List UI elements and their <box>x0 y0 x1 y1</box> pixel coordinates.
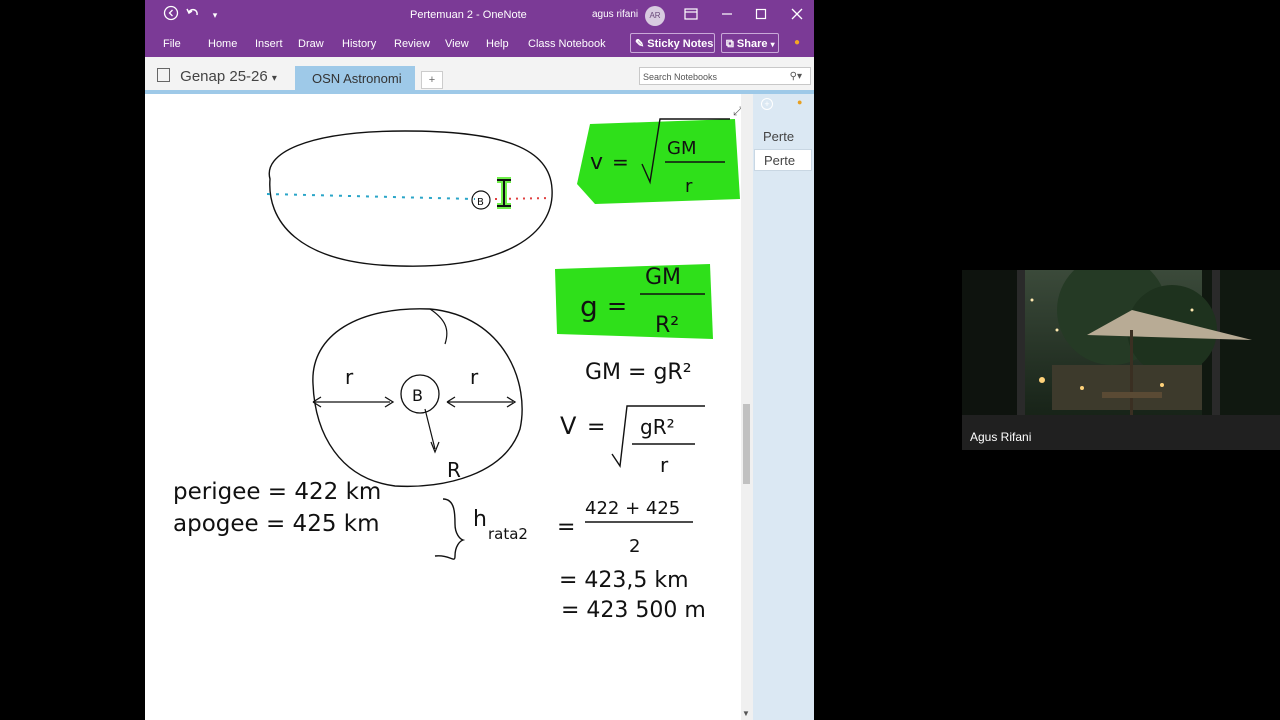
formula-v2-den: r <box>660 453 669 477</box>
h-equals: = <box>557 515 575 540</box>
h-num: 422 + 425 <box>585 498 680 519</box>
h-den: 2 <box>629 536 640 557</box>
quick-access-icon[interactable]: ▾ <box>205 5 225 25</box>
sticky-note-icon: ✎ <box>635 38 645 50</box>
perigee-text: perigee = 422 km <box>173 479 381 505</box>
chevron-down-icon: ▾ <box>770 40 775 49</box>
notebook-icon <box>157 68 170 82</box>
window-title: Pertemuan 2 - OneNote <box>410 9 527 21</box>
ribbon: File Home Insert Draw History Review Vie… <box>145 30 814 57</box>
formula-g-num: GM <box>645 265 681 290</box>
file-menu[interactable]: File <box>163 38 181 50</box>
chevron-down-icon: ▾ <box>271 73 277 84</box>
undo-icon[interactable] <box>183 5 203 25</box>
share-button[interactable]: ⧉ Share ▾ <box>721 33 779 53</box>
radius-arrow-down <box>424 408 440 454</box>
formula-g-equals: = <box>607 292 627 320</box>
brace <box>434 498 466 560</box>
tab-history[interactable]: History <box>342 38 376 50</box>
tab-view[interactable]: View <box>445 38 469 50</box>
garden-photo <box>962 270 1280 450</box>
earth-small-label: B <box>477 197 484 208</box>
scroll-thumb[interactable] <box>743 404 750 484</box>
result-km: = 423,5 km <box>559 568 689 593</box>
tab-class-notebook[interactable]: Class Notebook <box>528 38 606 50</box>
onenote-window: ▾ Pertemuan 2 - OneNote agus rifani AR F… <box>145 0 814 720</box>
h-sub: rata2 <box>488 525 528 543</box>
formula-v2-equals: = <box>587 415 605 440</box>
sticky-notes-button[interactable]: ✎ Sticky Notes <box>630 33 715 53</box>
radius-label-left: r <box>345 365 354 389</box>
radius-label-big: R <box>447 458 461 482</box>
back-icon[interactable] <box>161 5 181 25</box>
lightbulb-icon[interactable]: ● <box>787 33 807 53</box>
formula-v2-lhs: V <box>560 412 577 440</box>
notebook-selector[interactable]: Genap 25-26 ▾ <box>157 68 277 85</box>
formula-v-den: r <box>685 176 693 197</box>
tab-draw[interactable]: Draw <box>298 38 324 50</box>
formula-v-lhs: v <box>590 150 603 175</box>
page-item[interactable]: Perte <box>754 126 812 148</box>
minimize-icon[interactable] <box>717 5 737 25</box>
radius-arrow-right <box>446 396 517 408</box>
scroll-down-icon[interactable]: ▼ <box>742 709 750 718</box>
title-bar: ▾ Pertemuan 2 - OneNote agus rifani AR <box>145 0 814 30</box>
participant-name: Agus Rifani <box>970 430 1032 444</box>
formula-v-equals: = <box>612 150 629 174</box>
tab-insert[interactable]: Insert <box>255 38 283 50</box>
formula-v-num: GM <box>667 138 696 159</box>
close-icon[interactable] <box>787 5 807 25</box>
earth-inner-label: B <box>412 386 423 405</box>
avatar[interactable]: AR <box>645 6 665 26</box>
formula-g-lhs: g <box>580 290 598 323</box>
share-label: Share <box>736 38 768 50</box>
formula-v2-num: gR² <box>640 415 675 439</box>
radius-label-right: r <box>470 365 479 389</box>
add-section-button[interactable]: + <box>421 71 443 89</box>
result-m: = 423 500 m <box>561 598 706 623</box>
video-feed: Agus Rifani <box>962 270 1280 450</box>
fullscreen-icon[interactable] <box>681 5 701 25</box>
share-icon: ⧉ <box>726 38 734 50</box>
page-item-selected[interactable]: Perte <box>754 149 812 171</box>
pages-panel: + ● Perte Perte <box>753 94 814 720</box>
radius-arrow-left <box>312 396 395 408</box>
tab-help[interactable]: Help <box>486 38 509 50</box>
search-input[interactable]: Search Notebooks ⚲▾ <box>639 67 811 85</box>
blue-dotted-line <box>266 193 476 200</box>
search-placeholder: Search Notebooks <box>643 72 718 82</box>
pin-icon[interactable]: ● <box>797 97 802 107</box>
search-icon[interactable]: ⚲▾ <box>790 68 802 86</box>
note-canvas[interactable]: B v = GM r g = GM R² GM = gR² V = gR² r … <box>145 94 753 720</box>
maximize-icon[interactable] <box>751 5 771 25</box>
highlight-g-formula <box>555 264 713 339</box>
tab-home[interactable]: Home <box>208 38 237 50</box>
user-name: agus rifani <box>592 9 639 20</box>
notebook-name: Genap 25-26 <box>180 68 268 85</box>
h-label: h <box>473 507 487 532</box>
text-cursor-icon <box>497 177 511 209</box>
tab-osn-astronomi[interactable]: OSN Astronomi <box>295 66 415 91</box>
apogee-text: apogee = 425 km <box>173 511 380 537</box>
tab-review[interactable]: Review <box>394 38 430 50</box>
vertical-scrollbar[interactable]: ▼ <box>741 94 753 720</box>
gm-equation: GM = gR² <box>585 360 692 385</box>
formula-g-den: R² <box>655 313 679 338</box>
sticky-notes-label: Sticky Notes <box>647 38 714 50</box>
ink-drawing: B v = GM r g = GM R² GM = gR² V = gR² r … <box>173 118 740 623</box>
add-page-icon[interactable]: + <box>761 98 773 110</box>
